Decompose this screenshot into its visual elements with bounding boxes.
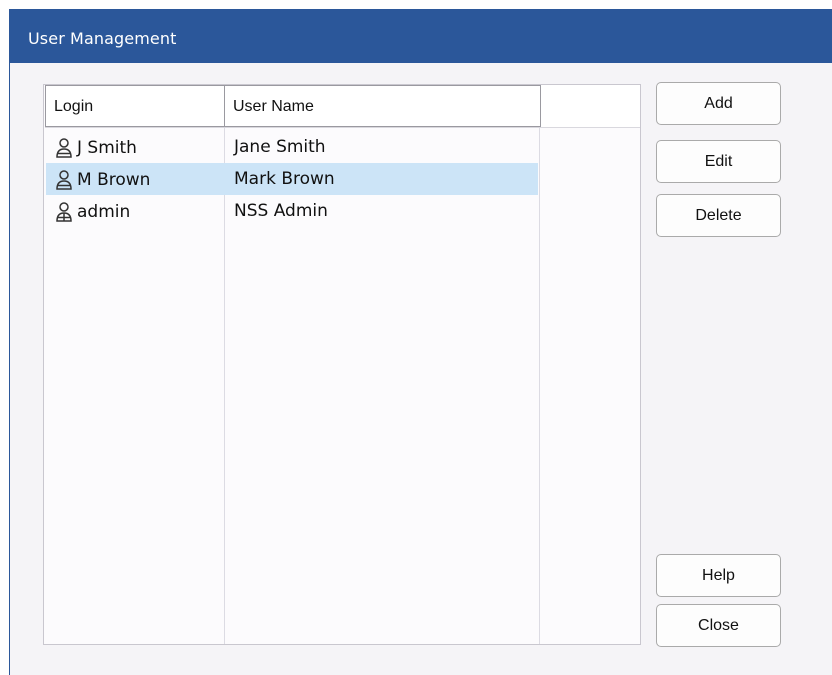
login-cell: M Brown xyxy=(54,169,150,191)
column-header-login[interactable]: Login xyxy=(45,85,225,127)
login-cell: admin xyxy=(54,201,130,223)
user-management-dialog: User Management Login User Name J Smith xyxy=(9,9,832,675)
login-text: M Brown xyxy=(77,170,151,190)
delete-button[interactable]: Delete xyxy=(656,194,781,237)
list-item-selected[interactable]: M Brown Mark Brown xyxy=(46,163,538,195)
user-name-cell: NSS Admin xyxy=(234,201,328,221)
login-text: J Smith xyxy=(77,138,137,158)
add-button[interactable]: Add xyxy=(656,82,781,125)
list-header: Login User Name xyxy=(45,85,640,128)
login-text: admin xyxy=(77,202,131,222)
user-name-cell: Mark Brown xyxy=(234,169,335,189)
admin-user-icon xyxy=(54,201,74,223)
user-icon xyxy=(54,169,74,191)
column-header-user-name[interactable]: User Name xyxy=(225,85,541,127)
login-cell: J Smith xyxy=(54,137,137,159)
column-header-empty xyxy=(541,85,640,127)
help-button[interactable]: Help xyxy=(656,554,781,597)
users-list[interactable]: Login User Name J Smith Jane Smith M Bro… xyxy=(43,84,641,645)
list-item[interactable]: admin NSS Admin xyxy=(46,195,538,227)
edit-button[interactable]: Edit xyxy=(656,140,781,183)
close-button[interactable]: Close xyxy=(656,604,781,647)
column-divider-2 xyxy=(539,128,540,644)
user-name-cell: Jane Smith xyxy=(234,137,326,157)
list-item[interactable]: J Smith Jane Smith xyxy=(46,131,538,163)
window-title: User Management xyxy=(28,29,177,48)
user-icon xyxy=(54,137,74,159)
title-bar[interactable]: User Management xyxy=(10,9,832,63)
